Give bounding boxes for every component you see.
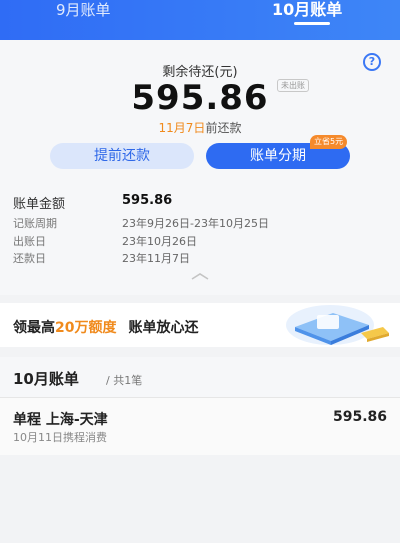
- tab-october-label: 10月账单: [272, 0, 343, 19]
- bill-list-title: 10月账单: [13, 370, 79, 388]
- banner-prefix: 领最高: [13, 320, 55, 336]
- banner-suffix: 账单放心还: [128, 320, 199, 336]
- transaction-title: 单程 上海-天津: [13, 412, 108, 428]
- bill-list-header: 10月账单 / 共1笔: [0, 357, 400, 397]
- due-day-label: 还款日: [13, 252, 46, 265]
- wallet-illustration-icon: [286, 305, 389, 345]
- banner-highlight: 20万额度: [55, 320, 117, 336]
- chevron-up-icon[interactable]: [188, 270, 212, 282]
- tab-october[interactable]: 10月账单: [272, 0, 342, 40]
- due-note: 11月7日前还款: [0, 119, 400, 136]
- bill-day-value: 23年10月26日: [122, 235, 197, 248]
- bill-amount-value: 595.86: [122, 193, 173, 208]
- billing-period-label: 记账周期: [13, 217, 57, 230]
- bill-amount-label: 账单金额: [13, 197, 66, 212]
- due-date: 11月7日: [158, 121, 206, 135]
- bill-list-count: / 共1笔: [106, 374, 143, 387]
- remaining-amount: 595.86: [131, 78, 269, 118]
- tab-september-label: 9月账单: [56, 1, 111, 19]
- banner-text: 领最高20万额度 账单放心还: [13, 317, 198, 337]
- transaction-subtitle: 10月11日携程消费: [13, 431, 107, 444]
- bill-day-label: 出账日: [13, 235, 46, 248]
- billing-period-value: 23年9月26日-23年10月25日: [122, 217, 269, 230]
- tab-september[interactable]: 9月账单: [56, 0, 111, 40]
- due-day-value: 23年11月7日: [122, 252, 190, 265]
- save-badge: 立省5元: [310, 135, 348, 149]
- list-item[interactable]: 单程 上海-天津 10月11日携程消费 595.86: [0, 398, 400, 455]
- due-suffix: 前还款: [205, 121, 242, 135]
- active-tab-indicator: [294, 22, 330, 25]
- transaction-amount: 595.86: [332, 409, 387, 425]
- early-repay-button[interactable]: 提前还款: [50, 143, 194, 169]
- month-tab-bar: 9月账单 10月账单: [0, 0, 400, 40]
